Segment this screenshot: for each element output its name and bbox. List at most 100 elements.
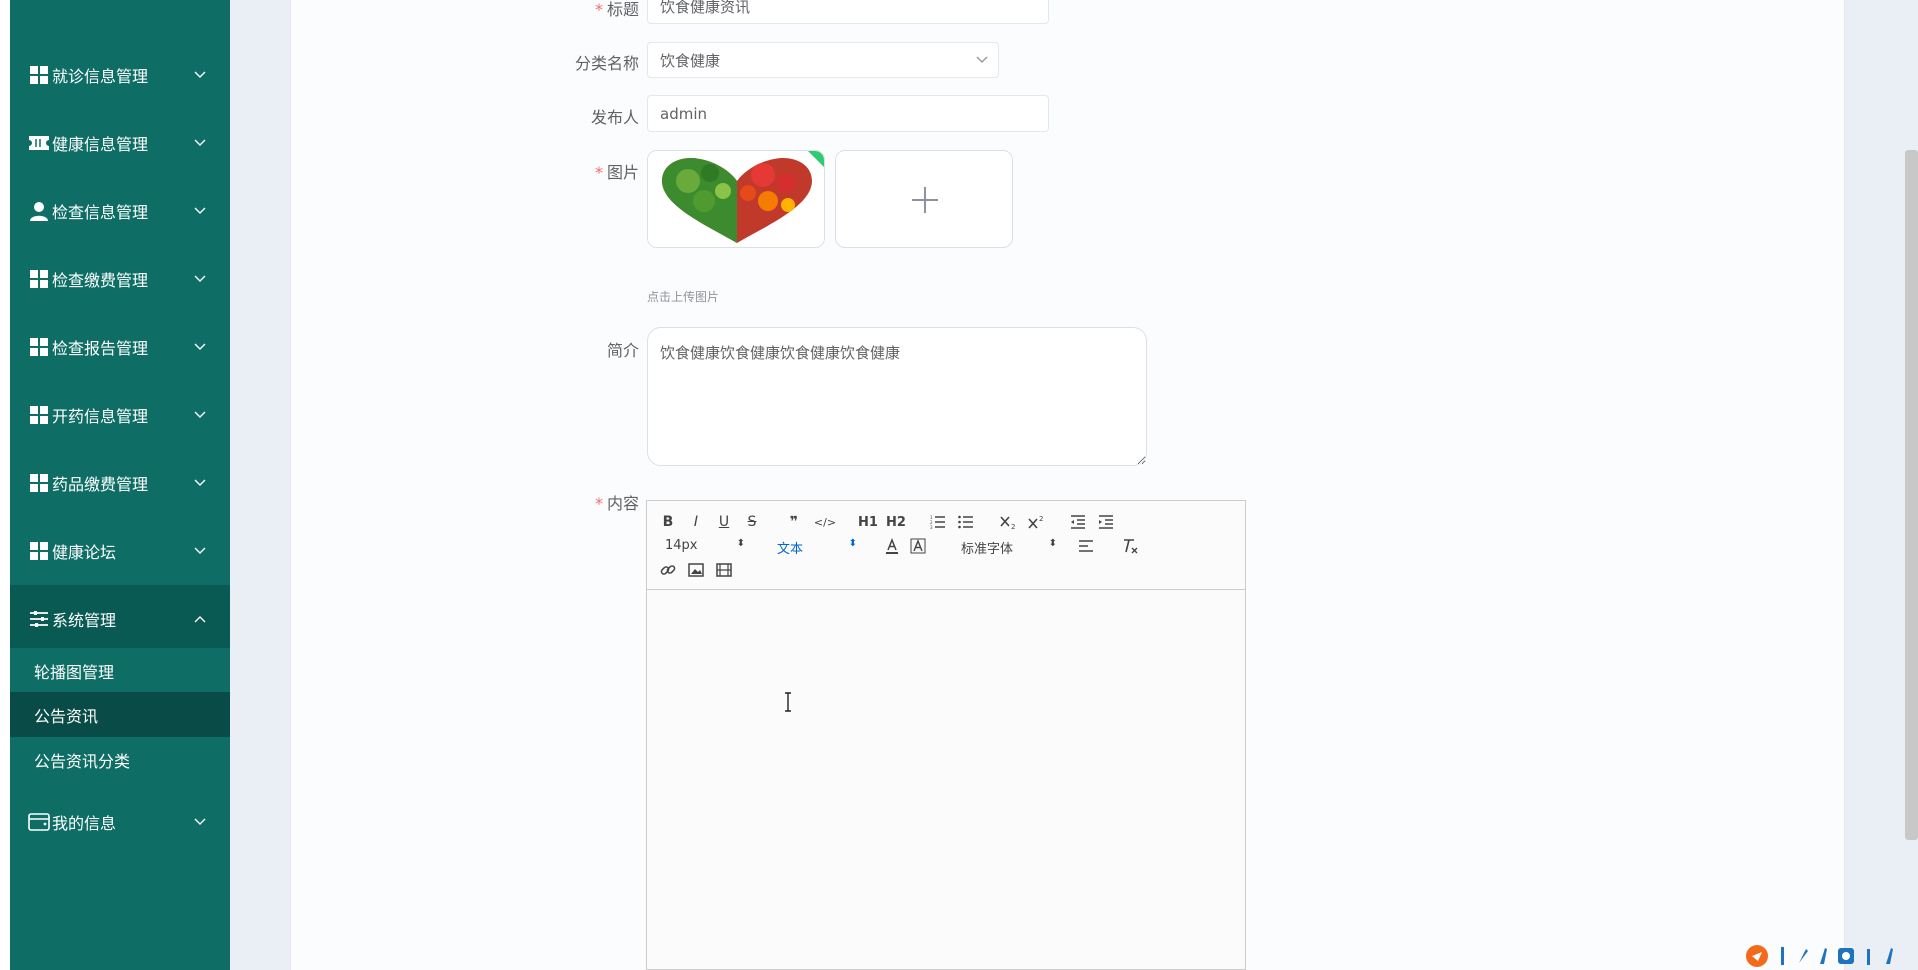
subscript-icon: 2 [1000,516,1015,530]
sidebar-menu-label: 就诊信息管理 [52,67,149,86]
sliders-icon [28,608,50,630]
image-icon [688,563,704,577]
chevron-down-icon [194,547,208,555]
grid-icon [28,64,50,86]
sidebar-edge [0,0,10,970]
video-button[interactable] [715,561,733,579]
clear-format-button[interactable] [1121,537,1139,555]
capture-tray-icon[interactable] [1836,946,1856,966]
font-color-button[interactable] [883,537,901,555]
image-button[interactable] [687,561,705,579]
sidebar-menu-label: 健康论坛 [52,543,117,562]
blockquote-button[interactable]: ❞ [785,513,803,531]
intro-textarea[interactable]: 饮食健康饮食健康饮食健康饮食健康 [647,327,1147,466]
uploaded-image-thumbnail[interactable] [647,150,825,248]
bullet-list-icon [958,515,973,529]
video-icon [716,563,732,577]
image-upload-button[interactable] [835,150,1013,248]
sidebar-menu-item[interactable]: 就诊信息管理 [10,41,230,109]
pen-tray-icon-4[interactable] [1862,945,1876,967]
grid-icon [28,472,50,494]
chevron-up-icon [194,615,208,623]
category-select[interactable]: 饮食健康 [647,42,999,78]
sidebar-menu-label: 检查缴费管理 [52,271,149,290]
sidebar-menu-item[interactable]: 我的信息 [10,788,230,856]
content-label: * 内容 [594,494,639,513]
sidebar-menu-item[interactable]: 检查报告管理 [10,313,230,381]
chevron-down-icon [194,818,208,826]
italic-button[interactable]: I [687,513,705,531]
ordered-list-button[interactable]: 123 [929,513,947,531]
upload-hint: 点击上传图片 [647,290,720,304]
sidebar-menu-label: 开药信息管理 [52,407,149,426]
underline-button[interactable]: U [715,513,733,531]
pen-tray-icon[interactable] [1776,945,1790,967]
publisher-input[interactable]: admin [647,95,1049,132]
sidebar-menu-item[interactable]: 健康信息管理 [10,109,230,177]
outdent-icon [1071,515,1085,529]
heading1-button[interactable]: H1 [857,513,879,531]
font-size-select[interactable]: 14px ⬍ [665,538,745,554]
svg-text:3: 3 [930,525,933,529]
text-cursor-icon [785,692,791,712]
grid-icon [28,540,50,562]
sidebar-submenu-item[interactable]: 公告资讯 [10,692,230,737]
editor-content-area[interactable] [647,590,1245,969]
sidebar-menu-label: 我的信息 [52,814,117,833]
background-color-button[interactable] [909,537,927,555]
app-tray-icon[interactable] [1744,943,1770,969]
bold-button[interactable]: B [659,513,677,531]
pen-tray-icon-3[interactable] [1816,945,1830,967]
subscript-button[interactable]: 2 [999,513,1017,531]
strike-button[interactable]: S [743,513,761,531]
category-label: 分类名称 [574,54,639,73]
chevron-down-icon [194,343,208,351]
font-family-select[interactable]: 标准字体 ⬍ [961,538,1057,557]
sidebar-menu-item[interactable]: 系统管理 [10,585,230,653]
page-scrollbar[interactable] [1905,150,1918,840]
sidebar-menu-item[interactable]: 检查缴费管理 [10,245,230,313]
editor-toolbar: B I U S ❞ </> H1 H2 123 2 2 14px⬍ 文本⬍ [647,501,1245,590]
sidebar-submenu-item[interactable]: 公告资讯分类 [10,737,230,782]
grid-icon [28,336,50,358]
superscript-icon: 2 [1028,515,1043,529]
wallet-icon [28,811,50,833]
sidebar-submenu-item[interactable]: 轮播图管理 [10,648,230,693]
sidebar-menu-label: 系统管理 [52,611,117,630]
chevron-down-icon [194,71,208,79]
sidebar-menu-item[interactable]: 检查信息管理 [10,177,230,245]
user-icon [28,200,50,222]
heading2-button[interactable]: H2 [885,513,907,531]
sidebar-menu-label: 药品缴费管理 [52,475,149,494]
pen-tray-icon-2[interactable] [1796,945,1810,967]
rich-text-editor: B I U S ❞ </> H1 H2 123 2 2 14px⬍ 文本⬍ [646,500,1246,970]
outdent-button[interactable] [1069,513,1087,531]
title-input[interactable]: 饮食健康资讯 [647,0,1049,24]
sidebar-menu-label: 健康信息管理 [52,135,149,154]
sidebar-menu-item[interactable]: 药品缴费管理 [10,449,230,517]
sidebar-menu-item[interactable]: 开药信息管理 [10,381,230,449]
align-button[interactable] [1077,537,1095,555]
chevron-down-icon [194,479,208,487]
block-type-select[interactable]: 文本 ⬍ [777,538,857,557]
grid-icon [28,404,50,426]
sidebar-menu-item[interactable]: 健康论坛 [10,517,230,585]
chevron-down-icon [976,56,988,63]
code-block-button[interactable]: </> [813,513,837,531]
title-label: * 标题 [594,0,639,19]
grid-icon [28,268,50,290]
image-label: * 图片 [594,163,639,182]
ticket-icon [28,132,50,154]
tray-icons [1744,942,1918,970]
svg-text:2: 2 [1039,515,1043,523]
ordered-list-icon: 123 [930,515,945,529]
publisher-label: 发布人 [590,108,639,127]
link-button[interactable] [659,561,677,579]
indent-button[interactable] [1097,513,1115,531]
pen-tray-icon-5[interactable] [1882,945,1896,967]
font-color-icon [886,538,898,554]
align-left-icon [1079,540,1093,552]
indent-icon [1099,515,1113,529]
bullet-list-button[interactable] [957,513,975,531]
superscript-button[interactable]: 2 [1027,513,1045,531]
